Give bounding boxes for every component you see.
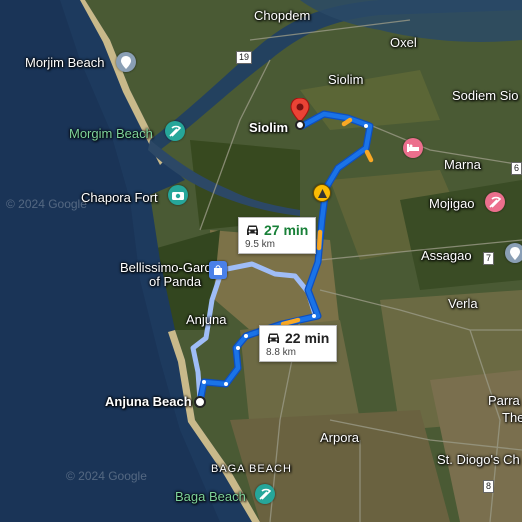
place-label[interactable]: Oxel (390, 36, 417, 49)
car-icon (247, 225, 258, 235)
beach-icon[interactable] (255, 484, 275, 504)
place-label[interactable]: Parra (488, 394, 520, 407)
place-label[interactable]: Sodiem Sio (452, 89, 518, 102)
road-shield-6: 6 (511, 162, 522, 175)
road-shield-19: 19 (236, 51, 253, 64)
eta-distance: 9.5 km (245, 239, 276, 250)
place-label[interactable]: Arpora (320, 431, 359, 444)
destination-dot (295, 120, 305, 130)
eta-distance: 8.8 km (266, 347, 297, 358)
eta-time: 27 min (264, 222, 309, 238)
map-pin-icon[interactable] (505, 243, 522, 263)
destination-label[interactable]: Siolim (249, 121, 288, 134)
place-label[interactable]: The (502, 411, 522, 424)
place-label[interactable]: Baga Beach (175, 490, 246, 503)
place-label[interactable]: Chopdem (254, 9, 310, 22)
place-label[interactable]: Siolim (328, 73, 363, 86)
place-label[interactable]: Assagao (421, 249, 472, 262)
google-watermark: © 2024 Google (6, 197, 87, 211)
beach-icon[interactable] (165, 121, 185, 141)
eta-time: 22 min (285, 330, 330, 346)
place-label[interactable]: Morgim Beach (69, 127, 153, 140)
place-label[interactable]: Mojigao (429, 197, 475, 210)
traffic-warning-icon[interactable] (313, 184, 331, 202)
map-view[interactable]: 19 7 6 8 Chopdem Oxel Siolim Sodiem Sio … (0, 0, 522, 522)
place-label[interactable]: Morjim Beach (25, 56, 104, 69)
spa-icon[interactable] (403, 138, 423, 158)
place-label[interactable]: Anjuna (186, 313, 226, 326)
place-label[interactable]: St. Diogo's Ch (437, 453, 520, 466)
place-label[interactable]: of Panda (149, 275, 201, 288)
map-pin-icon[interactable] (116, 52, 136, 72)
eta-alternate-box[interactable]: 27 min 9.5 km (238, 217, 317, 254)
google-watermark: © 2024 Google (66, 469, 147, 483)
eta-primary-box[interactable]: 22 min 8.8 km (259, 325, 338, 362)
place-label[interactable]: Chapora Fort (81, 191, 158, 204)
origin-dot[interactable] (194, 396, 206, 408)
place-label[interactable]: BAGA BEACH (211, 464, 292, 475)
place-label[interactable]: Marna (444, 158, 481, 171)
origin-label[interactable]: Anjuna Beach (105, 395, 192, 408)
shopping-bag-icon[interactable] (209, 261, 227, 279)
car-icon (268, 333, 279, 343)
road-shield-8: 8 (483, 480, 495, 493)
camera-icon[interactable] (168, 185, 188, 205)
place-label[interactable]: Verla (448, 297, 478, 310)
beach-icon[interactable] (485, 192, 505, 212)
road-shield-7: 7 (483, 252, 495, 265)
